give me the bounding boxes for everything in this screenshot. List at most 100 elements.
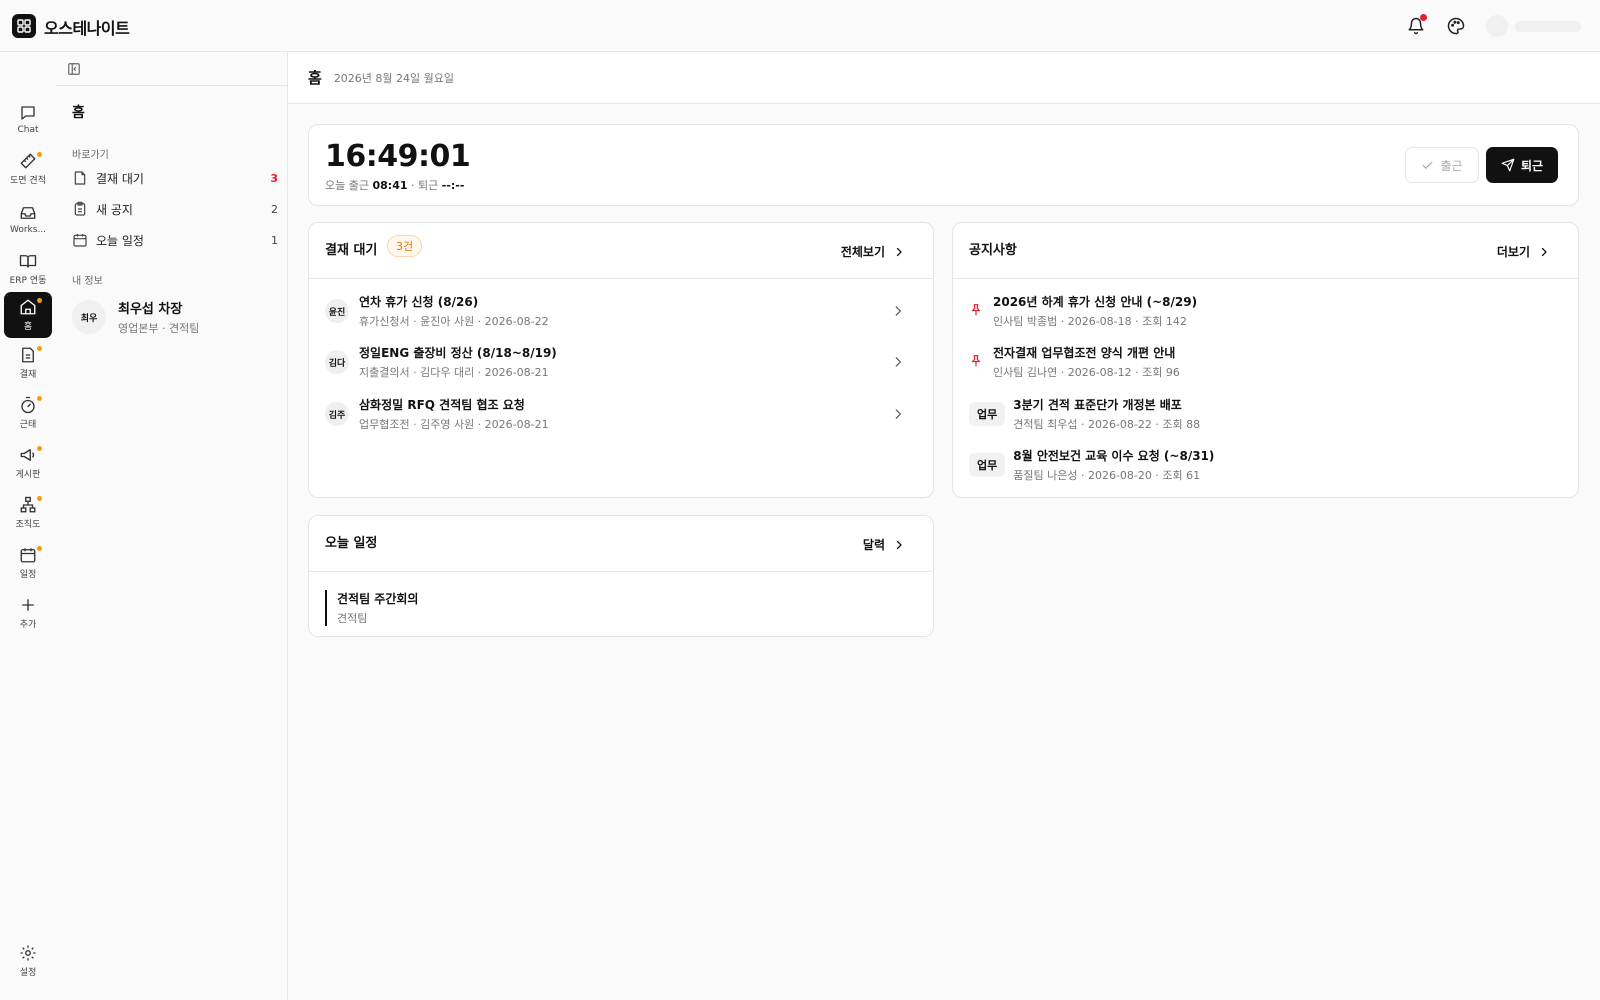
list-item[interactable]: 김다 정일ENG 출장비 정산 (8/18~8/19) 지출결의서 · 김다우 … [325,342,905,382]
link-label: 더보기 [1496,245,1530,259]
item-title: 2026년 하계 휴가 신청 안내 (~8/29) [993,295,1198,309]
rail-item-add[interactable]: 추가 [4,590,52,636]
list-item[interactable]: 김주 삼화정밀 RFQ 견적팀 협조 요청 업무협조전 · 김주영 사원 · 2… [325,394,905,434]
rail-label: ERP 연동 [9,276,47,286]
chevron-right-icon [893,246,905,258]
schedule-item[interactable]: 견적팀 주간회의 견적팀 [325,590,418,626]
avatar: 김다 [325,350,349,374]
rail-item-chat[interactable]: Chat [4,96,52,142]
list-item[interactable]: 윤진 연차 휴가 신청 (8/26) 휴가신청서 · 윤진아 사원 · 2026… [325,291,905,331]
rail-item-attendance[interactable]: 근태 [4,390,52,436]
shortcut-today-schedule[interactable]: 오늘 일정 1 [72,227,278,253]
view-all-link[interactable]: 전체보기 [841,243,905,260]
shortcut-label: 오늘 일정 [96,233,144,248]
rail-item-board[interactable]: 게시판 [4,440,52,486]
rail-item-settings[interactable]: 설정 [4,938,52,984]
update-dot [37,496,42,501]
attendance-clock-card: 16:49:01 오늘 출근 08:41 · 퇴근 --:-- 출근 퇴근 [308,124,1579,206]
theme-button[interactable] [1445,15,1467,37]
item-title: 3분기 견적 표준단가 개정본 배포 [1013,398,1182,412]
chevron-right-icon [891,355,905,369]
clock-in-button[interactable]: 출근 [1405,147,1479,183]
notices-card: 공지사항 더보기 2026년 하계 휴가 신청 안내 (~8/29) 인사팀 박… [952,222,1579,498]
card-title: 결재 대기 [325,243,378,258]
sidebar-collapse-icon[interactable] [67,62,81,76]
rail-label: Chat [17,124,39,135]
item-title: 전자결재 업무협조전 양식 개편 안내 [993,346,1176,360]
timer-icon [19,396,37,414]
item-meta: 인사팀 박종범 · 2026-08-18 · 조회 142 [993,315,1187,328]
rail-label: 추가 [19,620,37,630]
list-item[interactable]: 전자결재 업무협조전 양식 개편 안내 인사팀 김나연 · 2026-08-12… [969,342,1569,382]
shortcut-count: 1 [271,233,278,247]
item-meta: 업무협조전 · 김주영 사원 · 2026-08-21 [359,418,549,431]
panel-title: 홈 [72,105,85,121]
chevron-right-icon [891,304,905,318]
page-title: 홈 [308,69,322,87]
rail-item-workspace[interactable]: Works... [4,196,52,242]
ruler-icon [19,152,37,170]
item-meta: 견적팀 최우섭 · 2026-08-22 · 조회 88 [1013,418,1201,431]
update-dot [37,152,42,157]
update-dot [37,446,42,451]
clipboard-icon [72,201,88,217]
list-item[interactable]: 2026년 하계 휴가 신청 안내 (~8/29) 인사팀 박종범 · 2026… [969,291,1569,331]
profile-card[interactable]: 최우 최우섭 차장 영업본부 · 견적팀 [72,298,199,336]
more-link[interactable]: 더보기 [1497,243,1550,260]
profile-name: 최우섭 차장 [118,302,183,317]
rail-item-drawing-quote[interactable]: 도면 견적 [4,146,52,192]
shortcut-new-notices[interactable]: 새 공지 2 [72,196,278,222]
list-item[interactable]: 업무 8월 안전보건 교육 이수 요청 (~8/31) 품질팀 나은성 · 20… [969,445,1569,485]
user-avatar[interactable] [1486,15,1508,37]
update-dot [37,346,42,351]
calendar-link[interactable]: 달력 [863,536,905,553]
chevron-right-icon [893,539,905,551]
my-info-label: 내 정보 [72,276,103,287]
rail-item-approval[interactable]: 결재 [4,340,52,386]
main-content: 홈 2026년 8월 24일 월요일 16:49:01 오늘 출근 08:41 … [288,52,1600,1000]
rail-item-erp[interactable]: ERP 연동 [4,246,52,292]
item-meta: 인사팀 김나연 · 2026-08-12 · 조회 96 [993,366,1180,379]
shortcuts-label: 바로가기 [72,150,109,161]
rail-label: 홈 [23,322,33,332]
card-title: 공지사항 [969,243,1017,258]
clock-out-button[interactable]: 퇴근 [1486,147,1558,183]
rail-item-home[interactable]: 홈 [4,292,52,338]
list-item[interactable]: 업무 3분기 견적 표준단가 개정본 배포 견적팀 최우섭 · 2026-08-… [969,394,1569,434]
item-title: 삼화정밀 RFQ 견적팀 협조 요청 [359,398,525,412]
palette-icon [1447,17,1465,35]
current-time: 16:49:01 [325,139,471,174]
pin-icon [969,303,985,319]
rail-label: Works... [9,224,47,235]
calendar-icon [19,546,37,564]
app-logo-icon[interactable] [12,14,36,38]
shortcut-pending-approvals[interactable]: 결재 대기 3 [72,165,278,191]
notifications-button[interactable] [1405,14,1427,37]
top-bar: 오스테나이트 [0,0,1600,52]
rail-label: 게시판 [15,470,41,480]
card-header: 공지사항 더보기 [953,223,1578,279]
pin-icon [969,354,985,370]
card-header: 결재 대기 3건 전체보기 [309,223,933,279]
profile-department: 영업본부 · 견적팀 [118,322,200,335]
item-meta: 지출결의서 · 김다우 대리 · 2026-08-21 [359,366,549,379]
calendar-icon [72,232,88,248]
attendance-summary: 오늘 출근 08:41 · 퇴근 --:-- [325,177,464,193]
clock-out-label: 퇴근 [1520,158,1544,173]
chevron-right-icon [1538,246,1550,258]
count-badge: 3건 [387,235,423,257]
item-title: 정일ENG 출장비 정산 (8/18~8/19) [359,346,557,360]
rail-item-org-chart[interactable]: 조직도 [4,490,52,536]
file-icon [72,170,88,186]
rail-item-calendar[interactable]: 일정 [4,540,52,586]
inbox-icon [19,204,37,222]
app-title: 오스테나이트 [44,19,130,38]
link-label: 달력 [862,538,885,552]
update-dot [37,396,42,401]
item-title: 연차 휴가 신청 (8/26) [359,295,479,309]
home-icon [19,298,37,316]
clock-out-time: --:-- [441,179,465,192]
rail-label: 도면 견적 [10,176,46,186]
panel-header [56,52,287,86]
avatar: 최우 [72,300,106,334]
